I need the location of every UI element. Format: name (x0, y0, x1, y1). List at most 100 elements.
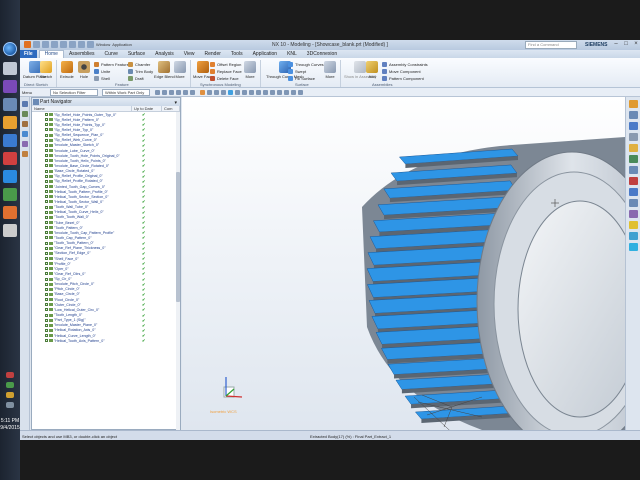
visibility-checkbox[interactable] (45, 334, 48, 338)
fill-surface-button[interactable]: Fill Surface (288, 76, 315, 81)
view-icon-1[interactable] (200, 90, 205, 95)
tab-home[interactable]: Home (38, 50, 64, 58)
app-icon-5[interactable] (3, 134, 17, 147)
visibility-checkbox[interactable] (45, 195, 48, 199)
right-tool-icon-3[interactable] (629, 122, 638, 130)
view-icon-14[interactable] (291, 90, 296, 95)
close-button[interactable]: × (630, 41, 640, 48)
web-browser-tab-icon[interactable] (22, 131, 28, 137)
column-comment[interactable]: Com (162, 106, 180, 111)
tray-icon-2[interactable] (6, 382, 14, 388)
swept-button[interactable]: Swept (288, 69, 306, 74)
view-icon-5[interactable] (228, 90, 233, 95)
right-tool-icon-12[interactable] (629, 221, 638, 229)
visibility-checkbox[interactable] (45, 190, 48, 194)
right-tool-icon-4[interactable] (629, 133, 638, 141)
menu-button[interactable]: Menu (22, 90, 32, 95)
right-tool-icon-13[interactable] (629, 232, 638, 240)
sketch-button[interactable]: Sketch (40, 61, 52, 79)
right-tool-icon-1[interactable] (629, 100, 638, 108)
visibility-checkbox[interactable] (45, 231, 48, 235)
roles-tab-icon[interactable] (22, 151, 28, 157)
chamfer-button[interactable]: Chamfer (128, 62, 150, 67)
right-tool-icon-5[interactable] (629, 144, 638, 152)
pin-icon[interactable]: ▾ (174, 99, 177, 107)
tab-surface[interactable]: Surface (123, 51, 150, 57)
tray-icon-3[interactable] (6, 392, 14, 398)
trim-body-button[interactable]: Trim Body (128, 69, 153, 74)
snap-icon-1[interactable] (155, 90, 160, 95)
app-icon-8[interactable] (3, 188, 17, 201)
file-menu[interactable]: File (20, 50, 37, 58)
view-icon-7[interactable] (242, 90, 247, 95)
unite-button[interactable]: Unite (94, 69, 110, 74)
visibility-checkbox[interactable] (45, 328, 48, 332)
visibility-checkbox[interactable] (45, 267, 48, 271)
assembly-constraints-button[interactable]: Assembly Constraints (382, 62, 428, 67)
app-icon-2[interactable] (3, 80, 17, 93)
visibility-checkbox[interactable] (45, 215, 48, 219)
visibility-checkbox[interactable] (45, 123, 48, 127)
visibility-checkbox[interactable] (45, 282, 48, 286)
visibility-checkbox[interactable] (45, 257, 48, 260)
right-tool-icon-6[interactable] (629, 155, 638, 163)
visibility-checkbox[interactable] (45, 143, 48, 147)
right-tool-icon-9[interactable] (629, 188, 638, 196)
app-icon-4[interactable] (3, 116, 17, 129)
constraint-navigator-tab-icon[interactable] (22, 121, 28, 127)
snap-icon-2[interactable] (162, 90, 167, 95)
tab-view[interactable]: View (179, 51, 200, 57)
pattern-feature-button[interactable]: Pattern Feature (94, 62, 129, 67)
visibility-checkbox[interactable] (45, 174, 48, 178)
app-icon-9[interactable] (3, 206, 17, 219)
tab-curve[interactable]: Curve (100, 51, 123, 57)
command-search-input[interactable]: Find a Command (525, 41, 577, 49)
view-icon-2[interactable] (207, 90, 212, 95)
replace-face-button[interactable]: Replace Face (210, 69, 242, 74)
visibility-checkbox[interactable] (45, 298, 48, 302)
visibility-checkbox[interactable] (45, 251, 48, 255)
tab-analysis[interactable]: Analysis (150, 51, 179, 57)
visibility-checkbox[interactable] (45, 159, 48, 163)
visibility-checkbox[interactable] (45, 169, 48, 173)
tray-icon-1[interactable] (6, 372, 14, 378)
view-icon-8[interactable] (249, 90, 254, 95)
more-surface-button[interactable]: More (324, 61, 336, 79)
visibility-checkbox[interactable] (45, 205, 48, 209)
app-icon-3[interactable] (3, 98, 17, 111)
visibility-checkbox[interactable] (45, 236, 48, 240)
visibility-checkbox[interactable] (45, 185, 48, 189)
assembly-navigator-tab-icon[interactable] (22, 111, 28, 117)
right-tool-icon-11[interactable] (629, 210, 638, 218)
visibility-checkbox[interactable] (45, 262, 48, 266)
visibility-checkbox[interactable] (45, 318, 48, 322)
view-icon-12[interactable] (277, 90, 282, 95)
app-icon-1[interactable] (3, 62, 17, 75)
draft-button[interactable]: Draft (128, 76, 144, 81)
delete-face-button[interactable]: Delete Face (210, 76, 239, 81)
tab-assemblies[interactable]: Assemblies (64, 51, 100, 57)
visibility-checkbox[interactable] (45, 128, 48, 132)
helical-gear-model[interactable] (182, 97, 625, 430)
visibility-checkbox[interactable] (45, 277, 48, 281)
visibility-checkbox[interactable] (45, 133, 48, 137)
visibility-checkbox[interactable] (45, 272, 48, 276)
start-button[interactable] (3, 42, 17, 56)
visibility-checkbox[interactable] (45, 287, 48, 291)
view-icon-3[interactable] (214, 90, 219, 95)
hole-button[interactable]: Hole (78, 61, 90, 79)
visibility-checkbox[interactable] (45, 308, 48, 312)
shell-button[interactable]: Shell (94, 76, 110, 81)
visibility-checkbox[interactable] (45, 323, 48, 327)
visibility-checkbox[interactable] (45, 246, 48, 250)
view-icon-15[interactable] (298, 90, 303, 95)
right-tool-icon-10[interactable] (629, 199, 638, 207)
offset-region-button[interactable]: Offset Region (210, 62, 241, 67)
right-tool-icon-8[interactable] (629, 177, 638, 185)
visibility-checkbox[interactable] (45, 179, 48, 183)
visibility-checkbox[interactable] (45, 241, 48, 245)
tab-render[interactable]: Render (200, 51, 226, 57)
more-feature-button[interactable]: More (174, 61, 186, 79)
scrollbar-thumb[interactable] (176, 172, 180, 302)
add-component-button[interactable]: Add (366, 61, 378, 79)
